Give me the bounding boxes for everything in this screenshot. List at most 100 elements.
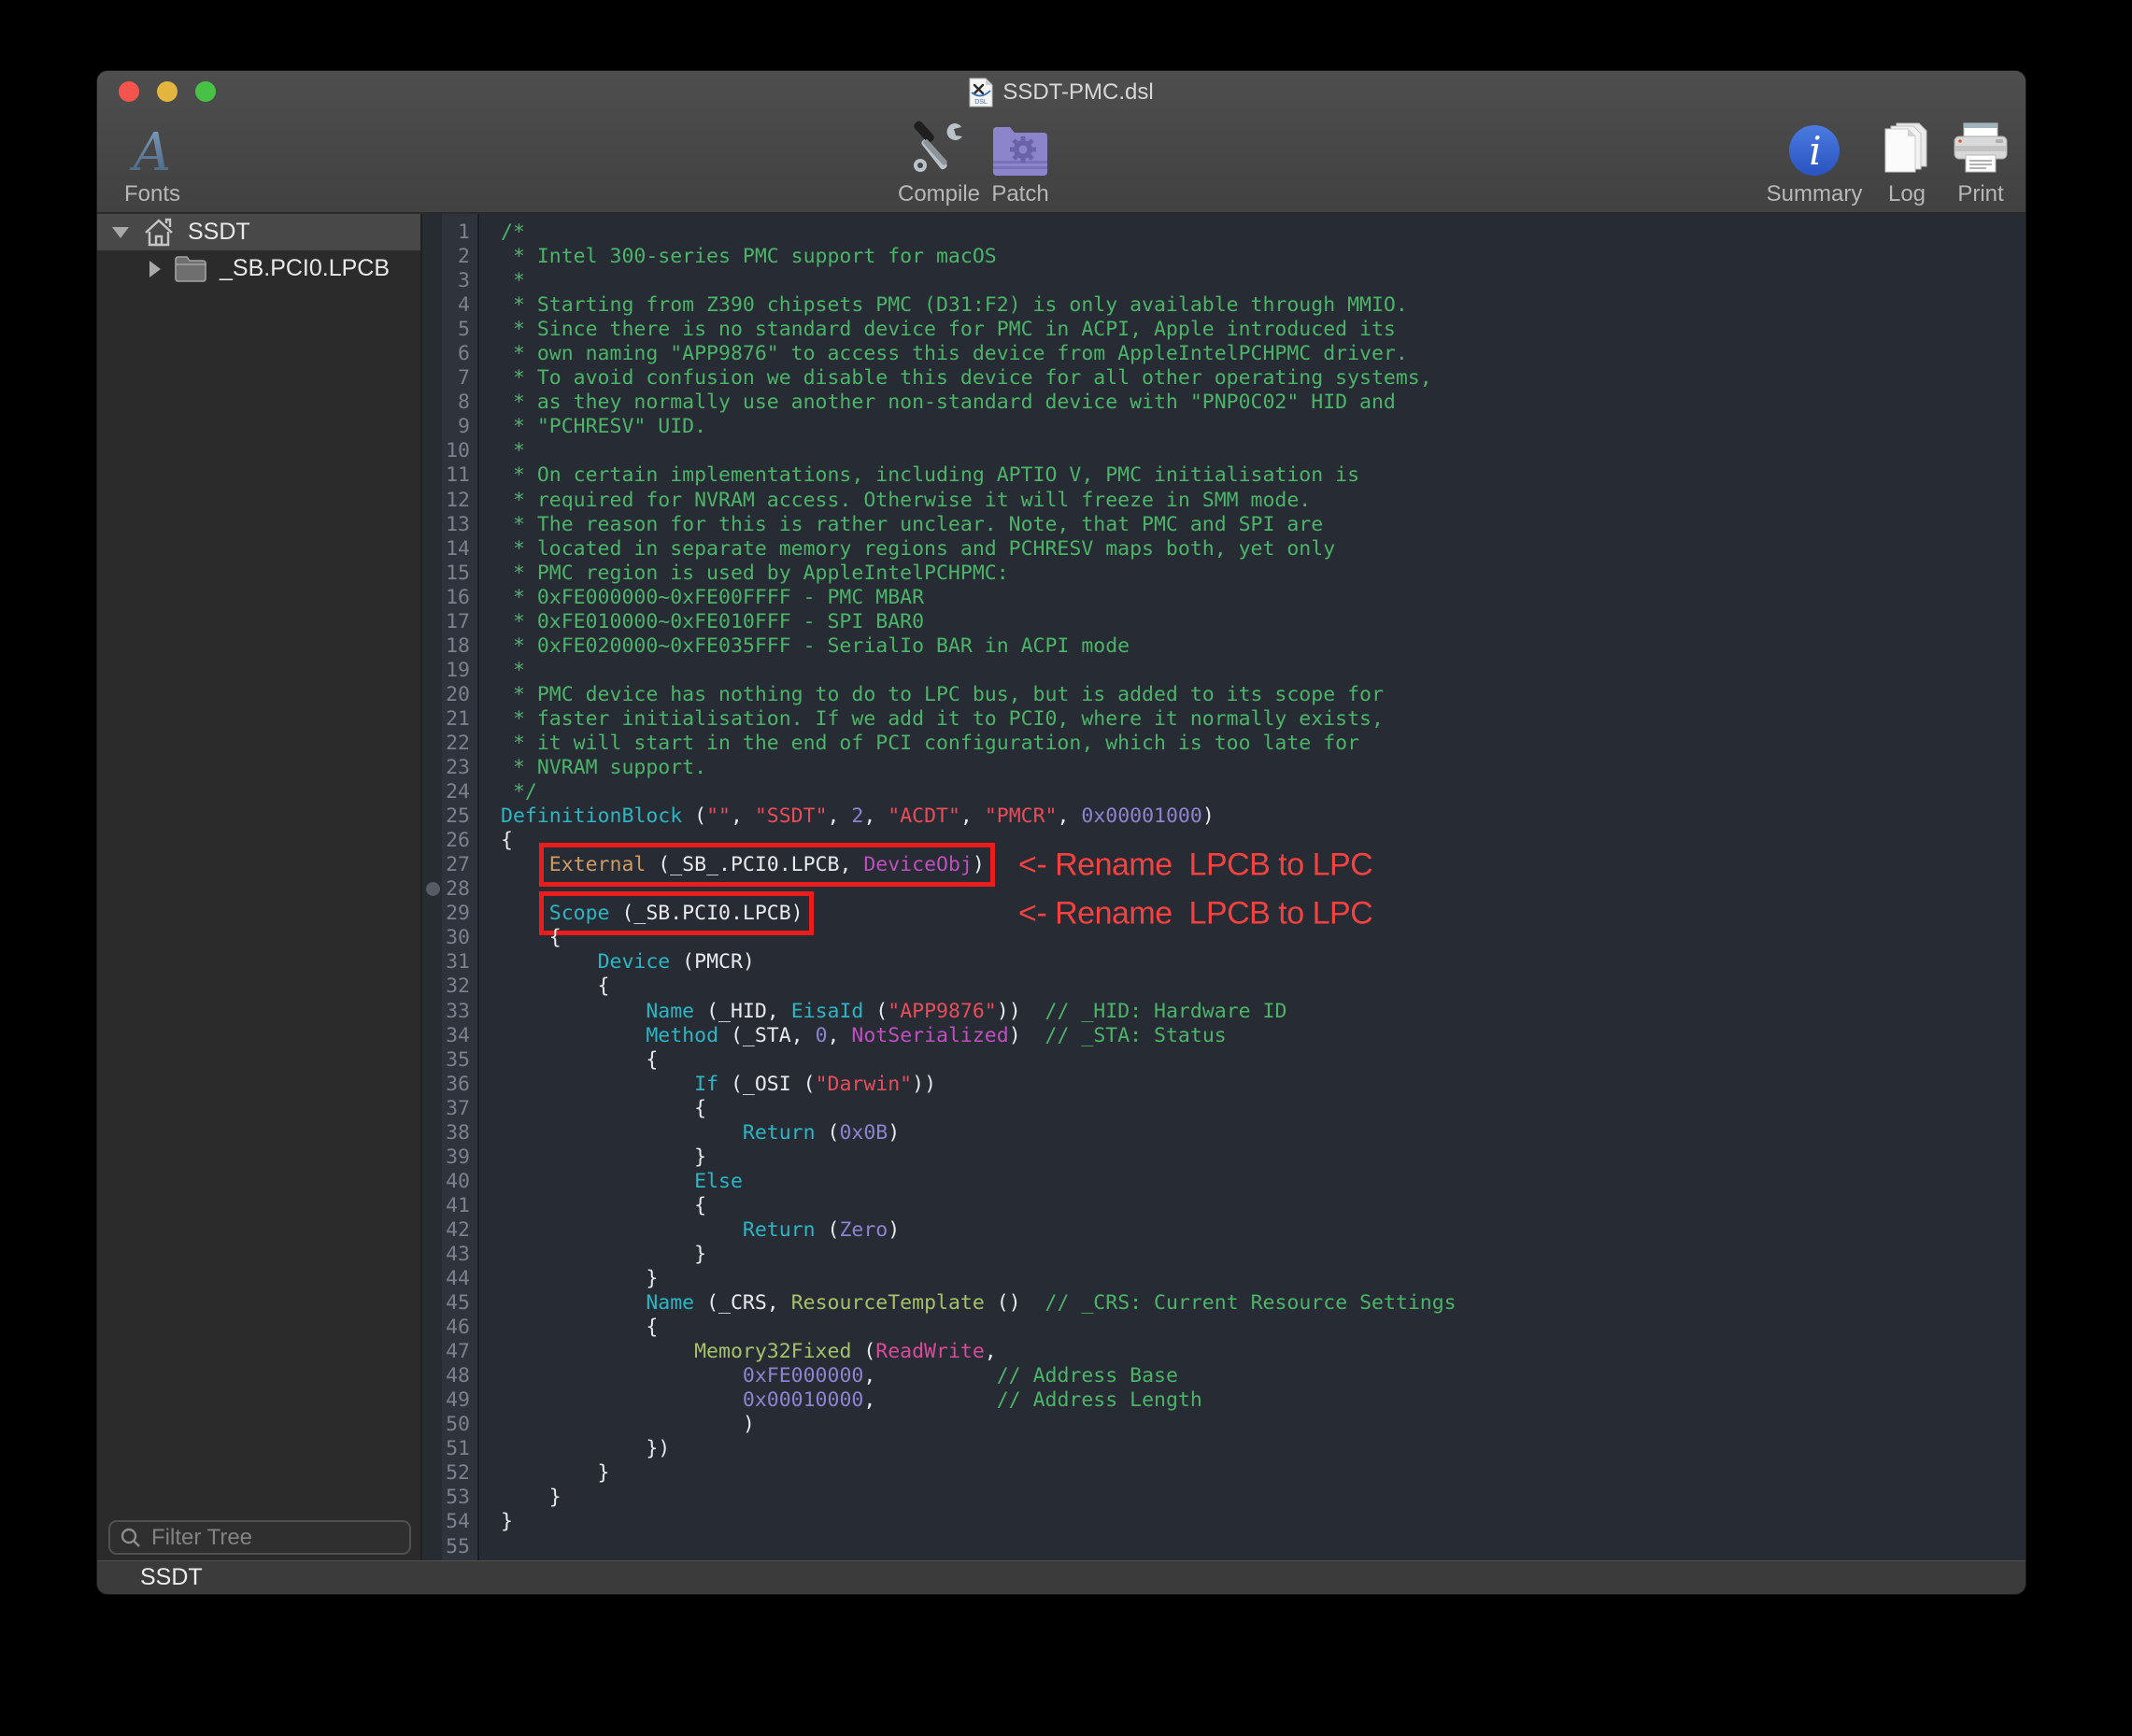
line-number: 4 <box>422 293 480 318</box>
code-token: , <box>960 804 985 828</box>
code-line[interactable]: 35 { <box>422 1048 2025 1073</box>
code-line[interactable]: 55 <box>422 1535 2025 1559</box>
line-number: 40 <box>422 1170 480 1194</box>
filter-tree-field[interactable] <box>108 1520 411 1555</box>
code-token: { <box>501 1097 706 1120</box>
code-line[interactable]: 10 * <box>422 439 2025 463</box>
code-token: Scope <box>549 902 610 925</box>
code-line[interactable]: 33 Name (_HID, EisaId ("APP9876")) // _H… <box>422 1000 2025 1024</box>
sidebar-item-ssdt[interactable]: SSDT <box>97 214 420 250</box>
code-line[interactable]: 41 { <box>422 1194 2025 1218</box>
code-line[interactable]: 12 * required for NVRAM access. Otherwis… <box>422 489 2025 513</box>
code-line[interactable]: 1/* <box>422 221 2025 245</box>
code-token: } <box>501 1461 610 1485</box>
code-token: ) <box>973 853 985 876</box>
code-line[interactable]: 43 } <box>422 1243 2025 1267</box>
sidebar-tree: SSDT _SB.PCI0.LPCB <box>97 214 422 1560</box>
code-line[interactable]: 11 * On certain implementations, includi… <box>422 463 2025 488</box>
code-text: * Since there is no standard device for … <box>480 318 1396 341</box>
code-line[interactable]: 54} <box>422 1510 2025 1534</box>
code-line[interactable]: 8 * as they normally use another non-sta… <box>422 391 2025 415</box>
code-line[interactable]: 18 * 0xFE020000~0xFE035FFF - SerialIo BA… <box>422 634 2025 659</box>
code-line[interactable]: 37 { <box>422 1097 2025 1121</box>
code-line[interactable]: 25DefinitionBlock ("", "SSDT", 2, "ACDT"… <box>422 804 2025 829</box>
code-line[interactable]: 39 } <box>422 1145 2025 1170</box>
line-number: 5 <box>422 318 480 342</box>
code-line[interactable]: 17 * 0xFE010000~0xFE010FFF - SPI BAR0 <box>422 610 2025 634</box>
code-line[interactable]: 50 ) <box>422 1413 2025 1437</box>
code-text: * Intel 300-series PMC support for macOS <box>480 245 997 268</box>
code-text: * <box>480 439 525 462</box>
code-line[interactable]: 7 * To avoid confusion we disable this d… <box>422 366 2025 391</box>
code-text: */ <box>480 780 537 804</box>
code-text: 0x00010000, // Address Length <box>480 1388 1202 1412</box>
print-button[interactable]: Print <box>1906 114 2025 207</box>
code-line[interactable]: 45 Name (_CRS, ResourceTemplate () // _C… <box>422 1291 2025 1316</box>
code-line[interactable]: 47 Memory32Fixed (ReadWrite, <box>422 1340 2025 1364</box>
disclosure-closed-icon[interactable] <box>149 261 161 277</box>
code-line[interactable]: 32 { <box>422 975 2025 999</box>
patch-button[interactable]: Patch <box>945 114 1095 207</box>
code-token: { <box>501 926 561 949</box>
code-line[interactable]: 51 }) <box>422 1437 2025 1461</box>
code-token: , <box>863 804 888 828</box>
filter-tree-input[interactable] <box>149 1524 387 1552</box>
code-text: Memory32Fixed (ReadWrite, <box>480 1340 997 1363</box>
code-line[interactable]: 44 } <box>422 1267 2025 1291</box>
code-line[interactable]: 53 } <box>422 1486 2025 1510</box>
code-token: * <box>501 659 525 682</box>
code-line[interactable]: 23 * NVRAM support. <box>422 756 2025 780</box>
code-editor[interactable]: 1/*2 * Intel 300-series PMC support for … <box>422 214 2025 1560</box>
code-line[interactable]: 5 * Since there is no standard device fo… <box>422 318 2025 342</box>
code-line[interactable]: 22 * it will start in the end of PCI con… <box>422 732 2025 756</box>
code-line[interactable]: 29 Scope (_SB.PCI0.LPCB)<- Rename LPCB t… <box>422 902 2025 926</box>
disclosure-open-icon[interactable] <box>112 227 129 238</box>
line-number: 38 <box>422 1121 480 1145</box>
code-line[interactable]: 15 * PMC region is used by AppleIntelPCH… <box>422 562 2025 586</box>
code-line[interactable]: 6 * own naming "APP9876" to access this … <box>422 342 2025 366</box>
code-line[interactable]: 36 If (_OSI ("Darwin")) <box>422 1073 2025 1097</box>
code-line[interactable]: 34 Method (_STA, 0, NotSerialized) // _S… <box>422 1024 2025 1048</box>
code-line[interactable]: 14 * located in separate memory regions … <box>422 537 2025 562</box>
code-line[interactable]: 52 } <box>422 1461 2025 1486</box>
code-line[interactable]: 2 * Intel 300-series PMC support for mac… <box>422 245 2025 269</box>
code-token: } <box>501 1243 706 1266</box>
code-line[interactable]: 16 * 0xFE000000~0xFE00FFFF - PMC MBAR <box>422 586 2025 610</box>
folder-icon <box>174 255 207 283</box>
code-line[interactable]: 31 Device (PMCR) <box>422 950 2025 975</box>
code-line[interactable]: 9 * "PCHRESV" UID. <box>422 415 2025 439</box>
code-text: Device (PMCR) <box>480 950 755 974</box>
code-line[interactable]: 20 * PMC device has nothing to do to LPC… <box>422 683 2025 707</box>
code-line[interactable]: 38 Return (0x0B) <box>422 1121 2025 1145</box>
code-line[interactable]: 13 * The reason for this is rather uncle… <box>422 513 2025 537</box>
code-line[interactable]: 30 { <box>422 926 2025 950</box>
code-text: { <box>480 1316 658 1339</box>
code-token: // Address Base <box>997 1364 1178 1387</box>
line-number: 11 <box>422 463 480 488</box>
code-line[interactable]: 42 Return (Zero) <box>422 1218 2025 1243</box>
code-line[interactable]: 4 * Starting from Z390 chipsets PMC (D31… <box>422 293 2025 318</box>
sidebar-item-sb-pci0-lpcb[interactable]: _SB.PCI0.LPCB <box>97 250 420 287</box>
code-token: // _CRS: Current Resource Settings <box>1045 1291 1457 1315</box>
code-token: ( <box>851 1340 875 1363</box>
code-line[interactable]: 27 External (_SB_.PCI0.LPCB, DeviceObj)<… <box>422 853 2025 877</box>
line-number: 44 <box>422 1267 480 1291</box>
fonts-toolbar-button[interactable]: A Fonts <box>97 114 227 207</box>
code-line[interactable]: 48 0xFE000000, // Address Base <box>422 1364 2025 1388</box>
code-line[interactable]: 46 { <box>422 1316 2025 1340</box>
line-number: 14 <box>422 537 480 562</box>
code-line[interactable]: 49 0x00010000, // Address Length <box>422 1388 2025 1413</box>
code-line[interactable]: 24 */ <box>422 780 2025 804</box>
code-text: { <box>480 926 561 949</box>
line-number: 13 <box>422 513 480 537</box>
code-line[interactable]: 3 * <box>422 269 2025 293</box>
code-line[interactable]: 40 Else <box>422 1170 2025 1194</box>
code-token <box>501 1340 694 1363</box>
code-line[interactable]: 19 * <box>422 659 2025 683</box>
code-token: * <box>501 269 525 292</box>
code-line[interactable]: 21 * faster initialisation. If we add it… <box>422 707 2025 732</box>
code-token: * Since there is no standard device for … <box>501 318 1396 341</box>
code-token: , <box>731 804 755 828</box>
code-text: External (_SB_.PCI0.LPCB, DeviceObj) <box>480 853 985 876</box>
code-text: * Starting from Z390 chipsets PMC (D31:F… <box>480 293 1408 317</box>
